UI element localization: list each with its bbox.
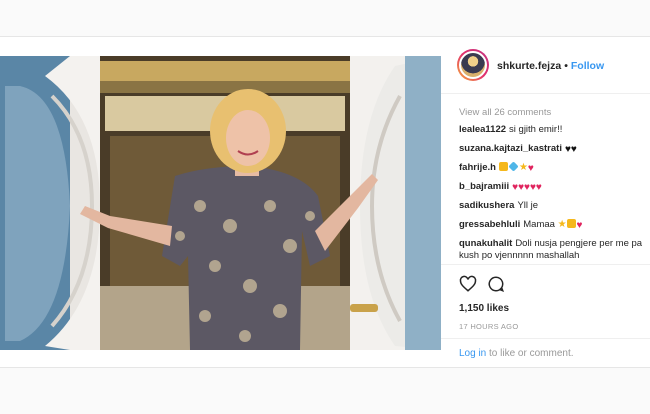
comment-username[interactable]: sadikushera — [459, 200, 514, 211]
likes-count[interactable]: 1,150 likes — [459, 303, 509, 314]
comment-item: b_bajramiii ♥♥♥♥♥ — [459, 181, 542, 194]
avatar[interactable] — [457, 49, 489, 81]
post-header: shkurte.fejza • Follow — [441, 37, 650, 94]
heart-icon[interactable] — [459, 275, 477, 293]
photo-image — [0, 56, 441, 350]
separator-dot: • — [564, 60, 568, 72]
cat-face-icon — [566, 219, 576, 228]
comments-list: View all 26 comments lealea1122 si gjith … — [459, 103, 650, 261]
post-card: shkurte.fejza • Follow View all 26 comment… — [0, 36, 650, 368]
login-link[interactable]: Log in — [459, 348, 486, 359]
diamond-icon — [508, 161, 519, 172]
cat-face-icon — [498, 162, 508, 171]
comment-username[interactable]: b_bajramiii — [459, 181, 509, 192]
star-icon: ★ — [518, 162, 528, 173]
post-timestamp[interactable]: 17 HOURS AGO — [459, 322, 518, 331]
login-prompt: Log in to like or comment. — [459, 348, 574, 359]
follow-button[interactable]: Follow — [571, 60, 604, 72]
login-bar: Log in to like or comment. — [441, 338, 650, 367]
comment-text: si gjith emir!! — [509, 124, 563, 135]
post-actions: 1,150 likes 17 HOURS AGO Log in to like … — [441, 264, 650, 366]
star-icon: ★ — [557, 219, 567, 230]
comment-text: Mamaa — [523, 219, 555, 230]
comment-item: fahrije.h ★♥ — [459, 161, 534, 175]
comment-item: suzana.kajtazi_kastrati ♥♥ — [459, 143, 577, 156]
comment-item: qunakuhalit Doli nusja pengjere per me pa… — [459, 238, 650, 262]
comment-item: lealea1122 si gjith emir!! — [459, 124, 562, 136]
red-heart-icon: ♥ — [576, 220, 583, 231]
comment-username[interactable]: qunakuhalit — [459, 238, 512, 249]
comment-username[interactable]: fahrije.h — [459, 162, 496, 173]
comment-item: gressabehluli Mamaa ★ ♥ — [459, 219, 582, 232]
comment-text: Yll je — [517, 200, 539, 211]
red-heart-icon: ♥ — [527, 163, 534, 174]
post-sidebar: shkurte.fejza • Follow View all 26 comment… — [441, 37, 650, 367]
comment-username[interactable]: suzana.kajtazi_kastrati — [459, 143, 562, 154]
post-header-user: shkurte.fejza • Follow — [497, 60, 604, 72]
comment-icon[interactable] — [487, 275, 505, 293]
comment-username[interactable]: gressabehluli — [459, 219, 520, 230]
username-link[interactable]: shkurte.fejza — [497, 60, 561, 72]
black-heart-icon: ♥ — [570, 144, 577, 155]
view-all-comments-link[interactable]: View all 26 comments — [459, 107, 650, 119]
post-photo[interactable] — [0, 56, 441, 350]
red-heart-icon: ♥ — [535, 182, 542, 193]
avatar-image — [459, 51, 487, 79]
comment-item: sadikushera Yll je — [459, 200, 538, 212]
comment-username[interactable]: lealea1122 — [459, 124, 506, 135]
login-suffix: to like or comment. — [489, 348, 574, 359]
